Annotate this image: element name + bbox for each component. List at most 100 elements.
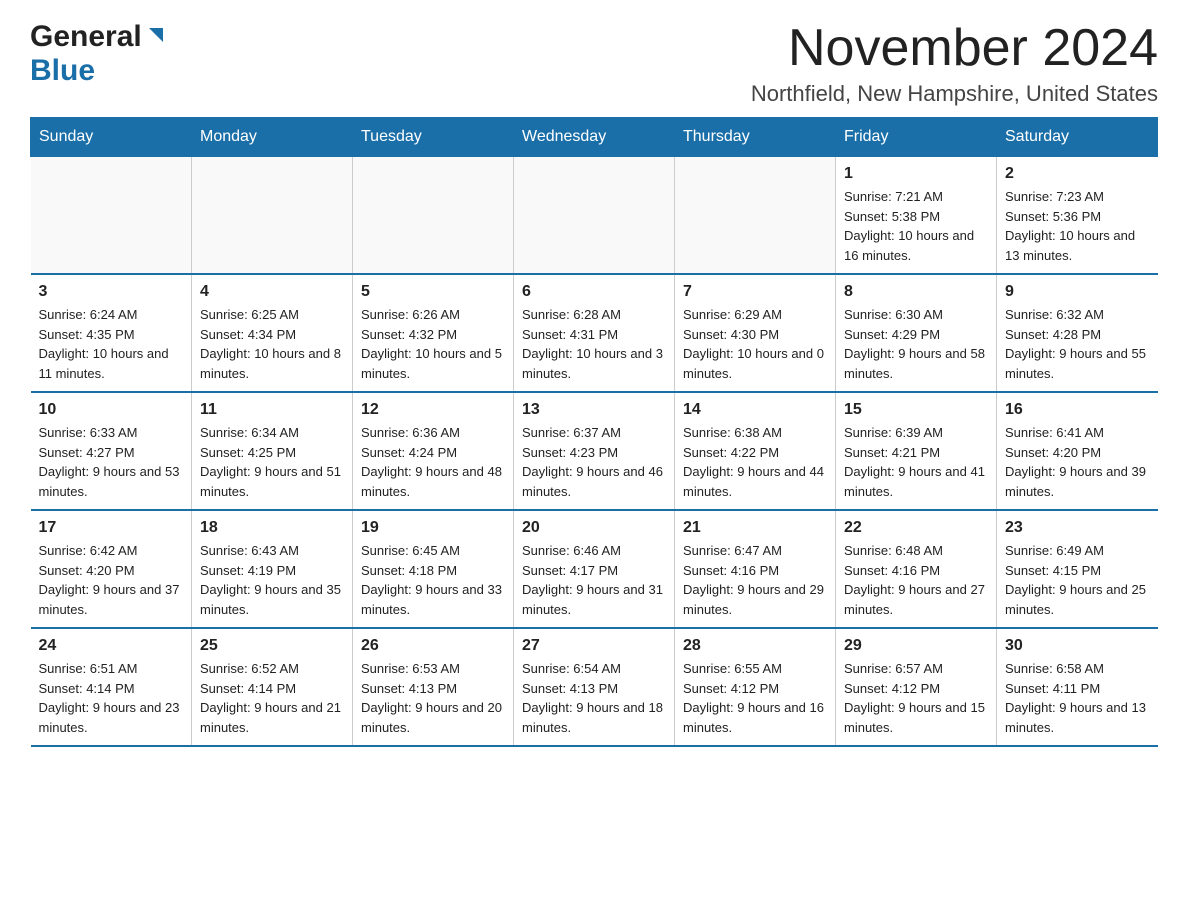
calendar-week-row: 17 Sunrise: 6:42 AMSunset: 4:20 PMDayligh…: [31, 510, 1158, 628]
day-number: 6: [522, 283, 666, 301]
calendar-cell: 14Sunrise: 6:38 AMSunset: 4:22 PMDayligh…: [675, 392, 836, 510]
logo-blue-text: Blue: [30, 54, 95, 87]
day-info: Sunrise: 6:42 AMSunset: 4:20 PMDaylight:…: [39, 541, 184, 619]
day-number: 18: [200, 519, 344, 537]
calendar-cell: 4 Sunrise: 6:25 AMSunset: 4:34 PMDaylight…: [192, 274, 353, 392]
day-info: Sunrise: 6:57 AMSunset: 4:12 PMDaylight:…: [844, 659, 988, 737]
calendar-cell: 3Sunrise: 6:24 AMSunset: 4:35 PMDaylight…: [31, 274, 192, 392]
calendar-cell: 8Sunrise: 6:30 AMSunset: 4:29 PMDaylight…: [836, 274, 997, 392]
day-of-week-header: Saturday: [997, 118, 1158, 157]
day-number: 27: [522, 637, 666, 655]
day-of-week-header: Thursday: [675, 118, 836, 157]
calendar-header-row: SundayMondayTuesdayWednesdayThursdayFrid…: [31, 118, 1158, 157]
calendar-subtitle: Northfield, New Hampshire, United States: [751, 81, 1158, 107]
calendar-week-row: 24 Sunrise: 6:51 AMSunset: 4:14 PMDayligh…: [31, 628, 1158, 746]
day-info: Sunrise: 7:21 AMSunset: 5:38 PMDaylight:…: [844, 187, 988, 265]
calendar-cell: 9Sunrise: 6:32 AMSunset: 4:28 PMDaylight…: [997, 274, 1158, 392]
calendar-cell: 5 Sunrise: 6:26 AMSunset: 4:32 PMDaylight…: [353, 274, 514, 392]
day-number: 8: [844, 283, 988, 301]
day-info: Sunrise: 6:53 AMSunset: 4:13 PMDaylight:…: [361, 659, 505, 737]
day-number: 1: [844, 165, 988, 183]
day-number: 7: [683, 283, 827, 301]
calendar-cell: 26 Sunrise: 6:53 AMSunset: 4:13 PMDayligh…: [353, 628, 514, 746]
calendar-cell: 19 Sunrise: 6:45 AMSunset: 4:18 PMDayligh…: [353, 510, 514, 628]
calendar-cell: 12 Sunrise: 6:36 AMSunset: 4:24 PMDayligh…: [353, 392, 514, 510]
calendar-cell: 11 Sunrise: 6:34 AMSunset: 4:25 PMDayligh…: [192, 392, 353, 510]
title-block: November 2024 Northfield, New Hampshire,…: [751, 20, 1158, 107]
day-number: 25: [200, 637, 344, 655]
day-number: 9: [1005, 283, 1150, 301]
calendar-cell: 28Sunrise: 6:55 AMSunset: 4:12 PMDayligh…: [675, 628, 836, 746]
day-number: 12: [361, 401, 505, 419]
day-number: 29: [844, 637, 988, 655]
day-number: 16: [1005, 401, 1150, 419]
calendar-cell: 17 Sunrise: 6:42 AMSunset: 4:20 PMDayligh…: [31, 510, 192, 628]
calendar-cell: 10Sunrise: 6:33 AMSunset: 4:27 PMDayligh…: [31, 392, 192, 510]
day-number: 14: [683, 401, 827, 419]
day-number: 5: [361, 283, 505, 301]
day-info: Sunrise: 6:46 AMSunset: 4:17 PMDaylight:…: [522, 541, 666, 619]
calendar-cell: 21 Sunrise: 6:47 AMSunset: 4:16 PMDayligh…: [675, 510, 836, 628]
day-number: 23: [1005, 519, 1150, 537]
day-info: Sunrise: 6:34 AMSunset: 4:25 PMDaylight:…: [200, 423, 344, 501]
day-number: 4: [200, 283, 344, 301]
day-info: Sunrise: 6:45 AMSunset: 4:18 PMDaylight:…: [361, 541, 505, 619]
calendar-cell: 22Sunrise: 6:48 AMSunset: 4:16 PMDayligh…: [836, 510, 997, 628]
logo-general-text: General: [30, 20, 142, 54]
calendar-cell: 16 Sunrise: 6:41 AMSunset: 4:20 PMDayligh…: [997, 392, 1158, 510]
day-of-week-header: Wednesday: [514, 118, 675, 157]
day-info: Sunrise: 6:48 AMSunset: 4:16 PMDaylight:…: [844, 541, 988, 619]
calendar-cell: 20 Sunrise: 6:46 AMSunset: 4:17 PMDayligh…: [514, 510, 675, 628]
calendar-table: SundayMondayTuesdayWednesdayThursdayFrid…: [30, 117, 1158, 747]
logo-arrow-icon: [145, 24, 167, 51]
calendar-cell: [192, 157, 353, 275]
day-info: Sunrise: 6:49 AMSunset: 4:15 PMDaylight:…: [1005, 541, 1150, 619]
calendar-week-row: 3Sunrise: 6:24 AMSunset: 4:35 PMDaylight…: [31, 274, 1158, 392]
day-info: Sunrise: 6:24 AMSunset: 4:35 PMDaylight:…: [39, 305, 184, 383]
day-number: 21: [683, 519, 827, 537]
calendar-cell: [514, 157, 675, 275]
day-info: Sunrise: 6:58 AMSunset: 4:11 PMDaylight:…: [1005, 659, 1150, 737]
day-number: 17: [39, 519, 184, 537]
day-number: 20: [522, 519, 666, 537]
day-info: Sunrise: 6:52 AMSunset: 4:14 PMDaylight:…: [200, 659, 344, 737]
day-info: Sunrise: 6:26 AMSunset: 4:32 PMDaylight:…: [361, 305, 505, 383]
day-info: Sunrise: 6:43 AMSunset: 4:19 PMDaylight:…: [200, 541, 344, 619]
calendar-cell: 24 Sunrise: 6:51 AMSunset: 4:14 PMDayligh…: [31, 628, 192, 746]
calendar-cell: 1 Sunrise: 7:21 AMSunset: 5:38 PMDaylight…: [836, 157, 997, 275]
day-info: Sunrise: 6:28 AMSunset: 4:31 PMDaylight:…: [522, 305, 666, 383]
day-info: Sunrise: 6:25 AMSunset: 4:34 PMDaylight:…: [200, 305, 344, 383]
day-of-week-header: Tuesday: [353, 118, 514, 157]
day-number: 19: [361, 519, 505, 537]
calendar-cell: 6 Sunrise: 6:28 AMSunset: 4:31 PMDaylight…: [514, 274, 675, 392]
day-number: 26: [361, 637, 505, 655]
day-number: 30: [1005, 637, 1150, 655]
day-number: 10: [39, 401, 184, 419]
day-info: Sunrise: 6:51 AMSunset: 4:14 PMDaylight:…: [39, 659, 184, 737]
day-number: 24: [39, 637, 184, 655]
calendar-week-row: 10Sunrise: 6:33 AMSunset: 4:27 PMDayligh…: [31, 392, 1158, 510]
calendar-cell: [353, 157, 514, 275]
day-number: 13: [522, 401, 666, 419]
day-info: Sunrise: 6:54 AMSunset: 4:13 PMDaylight:…: [522, 659, 666, 737]
calendar-cell: 18 Sunrise: 6:43 AMSunset: 4:19 PMDayligh…: [192, 510, 353, 628]
calendar-cell: 7Sunrise: 6:29 AMSunset: 4:30 PMDaylight…: [675, 274, 836, 392]
calendar-cell: 23 Sunrise: 6:49 AMSunset: 4:15 PMDayligh…: [997, 510, 1158, 628]
calendar-title: November 2024: [751, 20, 1158, 77]
calendar-cell: 25 Sunrise: 6:52 AMSunset: 4:14 PMDayligh…: [192, 628, 353, 746]
calendar-cell: 15Sunrise: 6:39 AMSunset: 4:21 PMDayligh…: [836, 392, 997, 510]
day-info: Sunrise: 6:47 AMSunset: 4:16 PMDaylight:…: [683, 541, 827, 619]
day-number: 11: [200, 401, 344, 419]
day-info: Sunrise: 6:36 AMSunset: 4:24 PMDaylight:…: [361, 423, 505, 501]
calendar-cell: 29 Sunrise: 6:57 AMSunset: 4:12 PMDayligh…: [836, 628, 997, 746]
calendar-cell: [675, 157, 836, 275]
day-info: Sunrise: 6:41 AMSunset: 4:20 PMDaylight:…: [1005, 423, 1150, 501]
logo: General Blue: [30, 20, 167, 88]
calendar-cell: 30 Sunrise: 6:58 AMSunset: 4:11 PMDayligh…: [997, 628, 1158, 746]
day-number: 28: [683, 637, 827, 655]
calendar-cell: [31, 157, 192, 275]
page-header: General Blue November 2024 Northfield, N…: [30, 20, 1158, 107]
day-of-week-header: Monday: [192, 118, 353, 157]
day-of-week-header: Sunday: [31, 118, 192, 157]
calendar-cell: 27 Sunrise: 6:54 AMSunset: 4:13 PMDayligh…: [514, 628, 675, 746]
